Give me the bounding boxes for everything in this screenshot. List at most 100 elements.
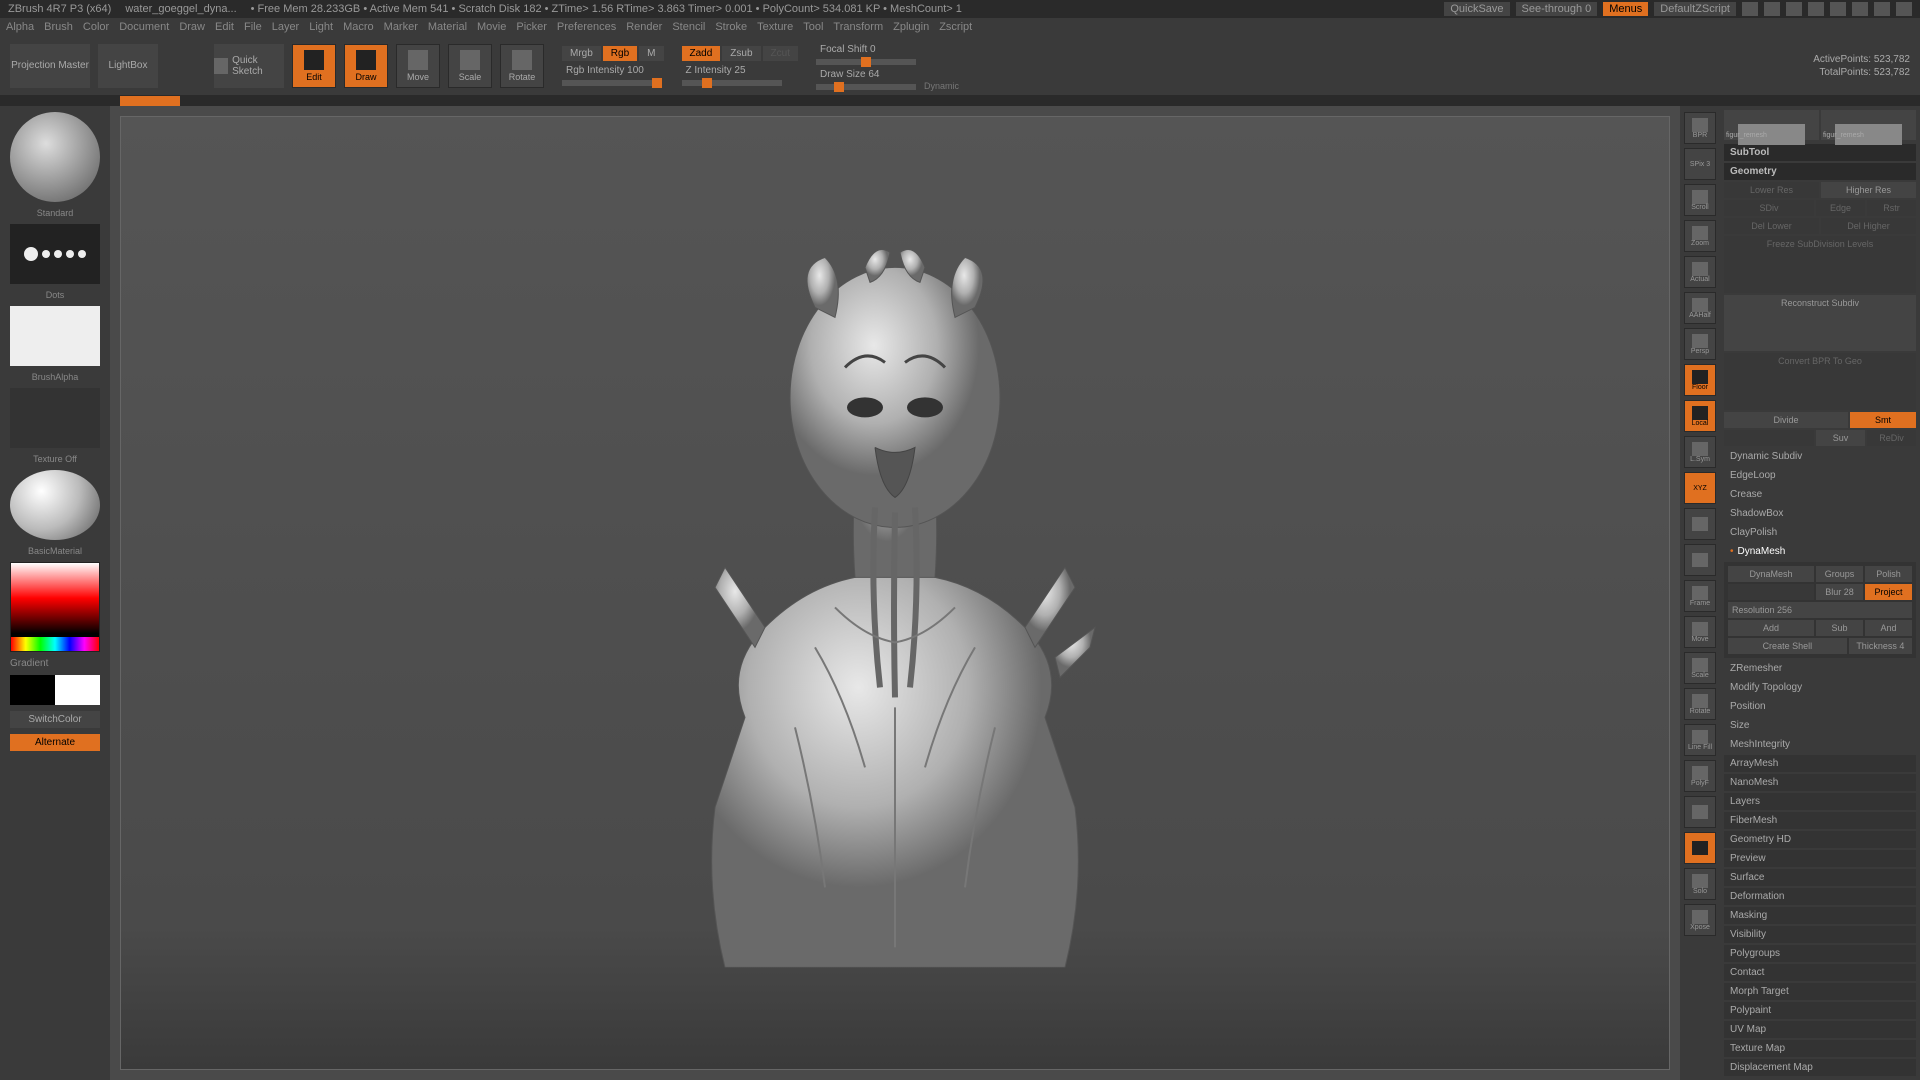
geometry-hd-header[interactable]: Geometry HD [1724, 831, 1916, 848]
higherres-button[interactable]: Higher Res [1821, 182, 1916, 198]
sub-button[interactable]: Sub [1816, 620, 1863, 636]
dynamesh-button[interactable]: DynaMesh [1728, 566, 1814, 582]
seethrough-slider[interactable]: See-through 0 [1516, 2, 1598, 16]
meshintegrity-item[interactable]: MeshIntegrity [1724, 736, 1916, 753]
tool-thumb[interactable]: figur_remesh [1724, 110, 1819, 140]
menu-file[interactable]: File [244, 21, 262, 33]
stroke-strip[interactable] [0, 96, 1920, 106]
persp-button[interactable]: Persp [1684, 328, 1716, 360]
menu-stencil[interactable]: Stencil [672, 21, 705, 33]
uvmap-header[interactable]: UV Map [1724, 1021, 1916, 1038]
delhigher-button[interactable]: Del Higher [1821, 218, 1916, 234]
menu-stroke[interactable]: Stroke [715, 21, 747, 33]
smt-button[interactable]: Smt [1850, 412, 1916, 428]
close-icon[interactable] [1896, 2, 1912, 16]
local-button[interactable]: Local [1684, 400, 1716, 432]
menu-alpha[interactable]: Alpha [6, 21, 34, 33]
transp-button[interactable] [1684, 796, 1716, 828]
texture-thumbnail[interactable] [10, 388, 100, 448]
position-item[interactable]: Position [1724, 698, 1916, 715]
viewport[interactable] [120, 116, 1670, 1070]
gradient-label[interactable]: Gradient [6, 658, 48, 669]
convert-button[interactable]: Convert BPR To Geo [1724, 353, 1916, 410]
aahalf-button[interactable]: AAHalf [1684, 292, 1716, 324]
sdiv-slider[interactable]: SDiv [1724, 200, 1814, 216]
stroke-thumbnail[interactable] [10, 224, 100, 284]
menu-transform[interactable]: Transform [833, 21, 883, 33]
alternate-button[interactable]: Alternate [10, 734, 100, 751]
reconstruct-button[interactable]: Reconstruct Subdiv [1724, 295, 1916, 352]
thickness-slider[interactable]: Thickness 4 [1849, 638, 1912, 654]
xpose-button[interactable]: Xpose [1684, 904, 1716, 936]
and-button[interactable]: And [1865, 620, 1912, 636]
dynamic-subdiv-item[interactable]: Dynamic Subdiv [1724, 448, 1916, 465]
menu-color[interactable]: Color [83, 21, 109, 33]
modtopo-item[interactable]: Modify Topology [1724, 679, 1916, 696]
visibility-header[interactable]: Visibility [1724, 926, 1916, 943]
black-swatch[interactable] [10, 675, 55, 705]
menu-movie[interactable]: Movie [477, 21, 506, 33]
freeze-button[interactable]: Freeze SubDivision Levels [1724, 236, 1916, 293]
menus-button[interactable]: Menus [1603, 2, 1648, 16]
m-button[interactable]: M [639, 46, 663, 61]
project-button[interactable]: Project [1865, 584, 1912, 600]
claypolish-item[interactable]: ClayPolish [1724, 524, 1916, 541]
dynamesh-section[interactable]: DynaMesh [1724, 543, 1916, 560]
polyf-button[interactable]: PolyF [1684, 760, 1716, 792]
nanomesh-header[interactable]: NanoMesh [1724, 774, 1916, 791]
window-icon[interactable] [1786, 2, 1802, 16]
quicksave-button[interactable]: QuickSave [1444, 2, 1509, 16]
spix-button[interactable]: SPix 3 [1684, 148, 1716, 180]
divide-button[interactable]: Divide [1724, 412, 1848, 428]
zremesher-item[interactable]: ZRemesher [1724, 660, 1916, 677]
masking-header[interactable]: Masking [1724, 907, 1916, 924]
preview-header[interactable]: Preview [1724, 850, 1916, 867]
nav-move-button[interactable]: Move [1684, 616, 1716, 648]
polypaint-header[interactable]: Polypaint [1724, 1002, 1916, 1019]
polish-button[interactable]: Polish [1865, 566, 1912, 582]
draw-size-slider[interactable]: Draw Size 64 [816, 67, 916, 82]
menu-preferences[interactable]: Preferences [557, 21, 616, 33]
focal-shift-slider[interactable]: Focal Shift 0 [816, 42, 916, 57]
draw-button[interactable]: Draw [344, 44, 388, 88]
color-picker[interactable] [10, 562, 100, 652]
linefill-button[interactable]: Line Fill [1684, 724, 1716, 756]
script-button[interactable]: DefaultZScript [1654, 2, 1736, 16]
arraymesh-header[interactable]: ArrayMesh [1724, 755, 1916, 772]
menu-marker[interactable]: Marker [384, 21, 418, 33]
lowerres-button[interactable]: Lower Res [1724, 182, 1819, 198]
brush-thumbnail[interactable] [10, 112, 100, 202]
scroll-button[interactable]: Scroll [1684, 184, 1716, 216]
window-icon[interactable] [1742, 2, 1758, 16]
zsub-button[interactable]: Zsub [722, 46, 760, 61]
polygroups-header[interactable]: Polygroups [1724, 945, 1916, 962]
edgeloop-item[interactable]: EdgeLoop [1724, 467, 1916, 484]
rediv-button[interactable]: ReDiv [1867, 430, 1916, 446]
lightbox-button[interactable]: LightBox [98, 44, 158, 88]
move-button[interactable]: Move [396, 44, 440, 88]
displacement-header[interactable]: Displacement Map [1724, 1059, 1916, 1076]
rotate-button[interactable]: Rotate [500, 44, 544, 88]
z-intensity-slider[interactable]: Z Intensity 25 [682, 63, 798, 78]
menu-material[interactable]: Material [428, 21, 467, 33]
crease-item[interactable]: Crease [1724, 486, 1916, 503]
createshell-button[interactable]: Create Shell [1728, 638, 1847, 654]
nav-button[interactable] [1684, 544, 1716, 576]
zcut-button[interactable]: Zcut [763, 46, 798, 61]
fibermesh-header[interactable]: FiberMesh [1724, 812, 1916, 829]
menu-macro[interactable]: Macro [343, 21, 374, 33]
menu-edit[interactable]: Edit [215, 21, 234, 33]
scale-button[interactable]: Scale [448, 44, 492, 88]
tool-thumb[interactable]: figur_remesh [1821, 110, 1916, 140]
menu-texture[interactable]: Texture [757, 21, 793, 33]
groups-button[interactable]: Groups [1816, 566, 1863, 582]
zadd-button[interactable]: Zadd [682, 46, 721, 61]
dynamic-button[interactable] [1684, 832, 1716, 864]
menu-tool[interactable]: Tool [803, 21, 823, 33]
projection-master-button[interactable]: Projection Master [10, 44, 90, 88]
deformation-header[interactable]: Deformation [1724, 888, 1916, 905]
quicksketch-button[interactable]: Quick Sketch [214, 44, 284, 88]
zoom-button[interactable]: Zoom [1684, 220, 1716, 252]
white-swatch[interactable] [55, 675, 100, 705]
menu-zscript[interactable]: Zscript [939, 21, 972, 33]
